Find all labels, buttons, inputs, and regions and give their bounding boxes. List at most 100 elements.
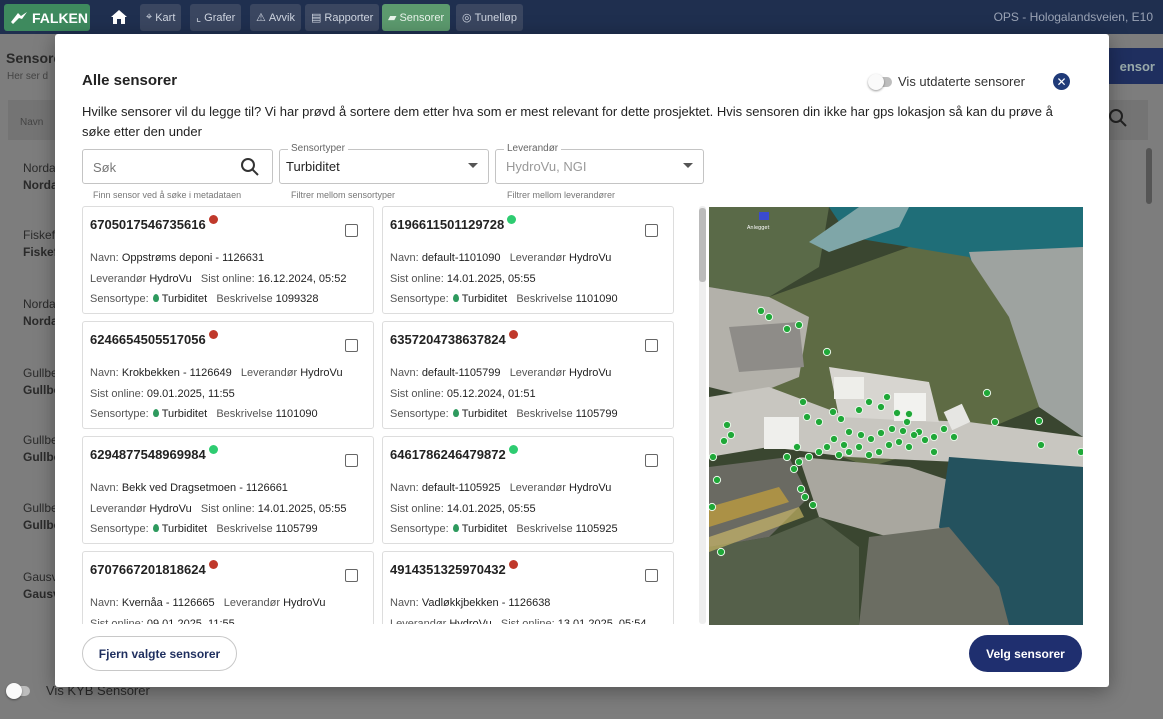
- background-row-line[interactable]: Fiskef: [23, 245, 58, 259]
- sensor-marker[interactable]: [909, 430, 919, 440]
- sensor-marker[interactable]: [892, 408, 902, 418]
- sensor-marker[interactable]: [904, 409, 914, 419]
- sensor-checkbox[interactable]: [345, 224, 358, 237]
- background-row-line[interactable]: Norda: [23, 178, 58, 192]
- sensor-marker[interactable]: [876, 428, 886, 438]
- sensor-marker[interactable]: [822, 442, 832, 452]
- background-row-line[interactable]: Fiskef: [23, 228, 55, 242]
- sensor-map[interactable]: Anlegget: [709, 207, 1083, 625]
- falken-logo[interactable]: FALKEN: [4, 4, 90, 31]
- sensor-marker[interactable]: [802, 412, 812, 422]
- sensor-marker[interactable]: [864, 397, 874, 407]
- sensor-marker[interactable]: [844, 447, 854, 457]
- sensor-marker[interactable]: [782, 324, 792, 334]
- sensor-marker[interactable]: [882, 392, 892, 402]
- nav-avvik[interactable]: ⚠ Avvik: [250, 4, 301, 31]
- column-header-name[interactable]: Navn: [20, 117, 43, 128]
- sensor-list[interactable]: 6705017546735616 Navn: Oppstrøms deponi -…: [82, 206, 677, 624]
- sensor-card[interactable]: 4914351325970432 Navn: Vadløkkjbekken - 1…: [382, 551, 674, 624]
- sensor-card[interactable]: 6196611501129728 Navn: default-1101090 Le…: [382, 206, 674, 314]
- home-button[interactable]: [107, 6, 131, 28]
- sensor-marker[interactable]: [920, 435, 930, 445]
- sensor-card[interactable]: 6294877548969984 Navn: Bekk ved Dragsetmo…: [82, 436, 374, 544]
- sensor-marker[interactable]: [822, 347, 832, 357]
- sensor-marker[interactable]: [798, 397, 808, 407]
- outdated-sensors-toggle[interactable]: [868, 74, 892, 90]
- sensor-marker[interactable]: [856, 430, 866, 440]
- sensor-marker[interactable]: [844, 427, 854, 437]
- sensor-marker[interactable]: [814, 417, 824, 427]
- sensor-marker[interactable]: [876, 402, 886, 412]
- sensor-marker[interactable]: [804, 452, 814, 462]
- sensor-marker[interactable]: [834, 450, 844, 460]
- background-row-line[interactable]: Gullbe: [23, 433, 58, 447]
- sensor-marker[interactable]: [854, 405, 864, 415]
- sensor-marker[interactable]: [982, 388, 992, 398]
- background-row-line[interactable]: Gullbe: [23, 501, 58, 515]
- sensor-marker[interactable]: [829, 434, 839, 444]
- search-input[interactable]: Søk: [82, 149, 273, 184]
- sensor-marker[interactable]: [808, 500, 818, 510]
- sensor-marker[interactable]: [794, 320, 804, 330]
- sensortype-select[interactable]: Sensortyper Turbiditet: [279, 143, 489, 184]
- sensor-marker[interactable]: [726, 430, 736, 440]
- sensor-marker[interactable]: [814, 447, 824, 457]
- sensor-marker[interactable]: [789, 464, 799, 474]
- sensor-marker[interactable]: [854, 442, 864, 452]
- background-row-line[interactable]: Gausv: [23, 570, 58, 584]
- nav-kart[interactable]: ⌖ Kart: [140, 4, 182, 31]
- sensor-checkbox[interactable]: [345, 454, 358, 467]
- sensor-marker[interactable]: [794, 457, 804, 467]
- sensor-marker[interactable]: [939, 424, 949, 434]
- sensor-checkbox[interactable]: [345, 569, 358, 582]
- sensor-checkbox[interactable]: [645, 339, 658, 352]
- background-row-line[interactable]: Norda: [23, 161, 56, 175]
- sensor-checkbox[interactable]: [645, 569, 658, 582]
- sensor-marker[interactable]: [864, 450, 874, 460]
- sensor-marker[interactable]: [990, 417, 1000, 427]
- sensor-marker[interactable]: [874, 447, 884, 457]
- nav-grafer[interactable]: ⌞ Grafer: [190, 4, 242, 31]
- sensor-marker[interactable]: [887, 424, 897, 434]
- sensor-card[interactable]: 6357204738637824 Navn: default-1105799 Le…: [382, 321, 674, 429]
- sensor-marker[interactable]: [796, 484, 806, 494]
- sensor-marker[interactable]: [712, 475, 722, 485]
- sensor-marker[interactable]: [1076, 447, 1083, 457]
- sensor-marker[interactable]: [949, 432, 959, 442]
- sensor-marker[interactable]: [782, 452, 792, 462]
- sensor-marker[interactable]: [756, 306, 766, 316]
- sensor-marker[interactable]: [839, 440, 849, 450]
- sensor-marker[interactable]: [764, 312, 774, 322]
- nav-rapporter[interactable]: ▤ Rapporter: [305, 4, 380, 31]
- sensor-marker[interactable]: [722, 420, 732, 430]
- sensor-marker[interactable]: [894, 437, 904, 447]
- kyb-toggle[interactable]: [6, 683, 30, 699]
- sensor-marker[interactable]: [709, 502, 717, 512]
- background-row-line[interactable]: Norda: [23, 297, 56, 311]
- sensor-marker[interactable]: [719, 436, 729, 446]
- nav-sensorer[interactable]: ▰ Sensorer: [382, 4, 451, 31]
- sensor-marker[interactable]: [904, 442, 914, 452]
- search-icon[interactable]: [240, 157, 260, 177]
- close-button[interactable]: ✕: [1053, 73, 1070, 90]
- sensor-checkbox[interactable]: [645, 454, 658, 467]
- sensor-marker[interactable]: [1036, 440, 1046, 450]
- clear-selected-button[interactable]: Fjern valgte sensorer: [82, 636, 237, 671]
- sensor-card[interactable]: 6705017546735616 Navn: Oppstrøms deponi -…: [82, 206, 374, 314]
- sensor-marker[interactable]: [929, 447, 939, 457]
- nav-tunellop[interactable]: ◎ Tunelløp: [456, 4, 523, 31]
- list-scrollbar[interactable]: [699, 206, 706, 624]
- supplier-select[interactable]: Leverandør HydroVu, NGI: [495, 143, 704, 184]
- background-scrollbar[interactable]: [1146, 148, 1152, 204]
- search-icon[interactable]: [1108, 108, 1140, 140]
- sensor-card[interactable]: 6246654505517056 Navn: Krokbekken - 11266…: [82, 321, 374, 429]
- sensor-card[interactable]: 6707667201818624 Navn: Kvernåa - 1126665 …: [82, 551, 374, 624]
- sensor-marker[interactable]: [800, 492, 810, 502]
- sensor-marker[interactable]: [898, 426, 908, 436]
- sensor-marker[interactable]: [828, 407, 838, 417]
- background-row-line[interactable]: Gullbe: [23, 366, 58, 380]
- background-row-line[interactable]: Norda: [23, 314, 58, 328]
- sensor-marker[interactable]: [1034, 416, 1044, 426]
- sensor-marker[interactable]: [866, 434, 876, 444]
- sensor-marker[interactable]: [929, 432, 939, 442]
